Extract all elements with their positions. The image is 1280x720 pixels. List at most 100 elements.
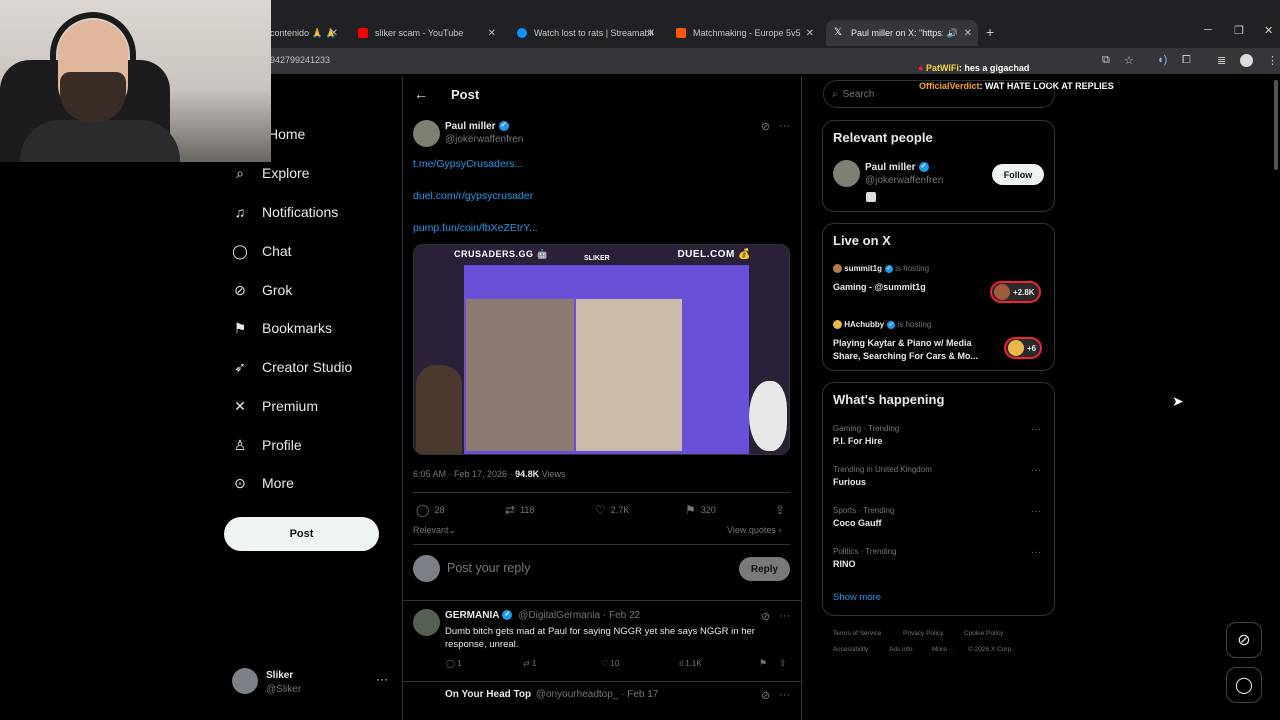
live-title[interactable]: Playing Kaytar & Piano w/ Media Share, S… xyxy=(833,337,993,363)
footer-link[interactable]: More ··· xyxy=(932,646,955,653)
trend-name[interactable]: Furious xyxy=(833,477,866,487)
nav-more[interactable]: ⊙ More xyxy=(232,475,294,492)
follow-button[interactable]: Follow xyxy=(992,164,1044,185)
account-more-icon[interactable]: ··· xyxy=(376,672,388,686)
more-icon[interactable]: ··· xyxy=(779,689,790,701)
live-host[interactable]: HAchubby ✓ is hosting xyxy=(833,320,931,330)
trend-name[interactable]: Coco Gauff xyxy=(833,518,882,528)
footer-link[interactable]: Accessibility xyxy=(833,646,868,653)
more-icon[interactable]: ··· xyxy=(1031,547,1041,558)
nav-explore[interactable]: ⌕ Explore xyxy=(232,165,309,182)
nav-chat[interactable]: ◯ Chat xyxy=(232,243,291,260)
close-icon[interactable]: ✕ xyxy=(647,28,655,39)
more-icon[interactable]: ··· xyxy=(779,610,790,622)
footer-link[interactable]: Cookie Policy xyxy=(964,630,1003,637)
close-icon[interactable]: ✕ xyxy=(964,28,972,39)
bookmark-icon[interactable]: ⚑ xyxy=(759,658,767,669)
sort-dropdown[interactable]: Relevant⌄ xyxy=(413,525,456,536)
new-tab-button[interactable]: + xyxy=(986,24,994,40)
footer-link[interactable]: Ads info xyxy=(889,646,913,653)
live-listener-badge[interactable]: +2.8K xyxy=(990,281,1041,303)
account-handle[interactable]: @Sliker xyxy=(266,684,301,695)
speaker-icon[interactable]: 🔊 xyxy=(947,28,958,39)
profile-avatar-icon[interactable] xyxy=(1240,54,1253,67)
reply-button[interactable]: Reply xyxy=(739,557,790,581)
reply-author[interactable]: On Your Head Top @onyourheadtop_ · Feb 1… xyxy=(445,689,658,700)
avatar[interactable] xyxy=(232,668,258,694)
star-icon[interactable]: ☆ xyxy=(1124,54,1134,67)
trend-name[interactable]: RINO xyxy=(833,559,856,569)
browser-tab[interactable]: contenido 🙏 🙏 ✕ xyxy=(262,20,344,46)
live-host[interactable]: summit1g ✓ is hosting xyxy=(833,264,930,274)
browser-tab-active[interactable]: 𝕏 Paul miller on X: "https://t.c 🔊 ✕ xyxy=(826,20,978,46)
more-icon[interactable]: ··· xyxy=(1031,465,1041,476)
nav-premium[interactable]: ✕ Premium xyxy=(232,398,318,415)
reply-author[interactable]: GERMANIA ✓ @DigitalGermania · Feb 22 xyxy=(445,610,640,621)
grok-icon[interactable]: ⊘ xyxy=(761,610,770,623)
reply-repost-action[interactable]: ⇄ 1 xyxy=(523,659,536,668)
close-icon[interactable]: ✕ xyxy=(488,28,496,39)
extension-audio-icon[interactable]: ◖) xyxy=(1157,54,1167,66)
view-quotes-link[interactable]: View quotes › xyxy=(727,525,781,535)
browser-tab[interactable]: sliker scam - YouTube ✕ xyxy=(350,20,502,46)
reply-action[interactable]: ◯ 28 xyxy=(416,503,444,517)
avatar[interactable] xyxy=(833,160,860,187)
nav-bookmarks[interactable]: ⚑ Bookmarks xyxy=(232,320,332,337)
nav-grok[interactable]: ⊘ Grok xyxy=(232,282,292,299)
menu-kebab-icon[interactable]: ⋮ xyxy=(1267,54,1278,67)
author-handle[interactable]: @jokerwaffenfren xyxy=(445,134,523,145)
post-link[interactable]: duel.com/r/gypsycrusader xyxy=(413,190,533,202)
post-link[interactable]: t.me/GypsyCrusaders... xyxy=(413,158,523,170)
reply-views-action[interactable]: ıl 1.1K xyxy=(679,659,702,668)
avatar[interactable] xyxy=(413,609,440,636)
nav-notifications[interactable]: ♫ Notifications xyxy=(232,204,339,220)
grok-icon[interactable]: ⊘ xyxy=(761,120,770,133)
more-icon[interactable]: ··· xyxy=(1031,424,1041,435)
browser-tab[interactable]: Watch lost to rats | Streamable ✕ xyxy=(509,20,661,46)
bookmark-action[interactable]: ⚑ 320 xyxy=(685,503,716,517)
reply-comment-action[interactable]: ◯ 1 xyxy=(446,659,462,668)
more-icon[interactable]: ··· xyxy=(1031,506,1041,517)
nav-home[interactable]: Home xyxy=(268,126,305,142)
close-icon[interactable]: ✕ xyxy=(330,28,338,39)
chat-float-button[interactable]: ◯ xyxy=(1226,667,1262,703)
footer-link[interactable]: Privacy Policy xyxy=(903,630,943,637)
share-icon[interactable]: ⇪ xyxy=(779,658,787,669)
reply-like-action[interactable]: ♡ 10 xyxy=(601,659,619,668)
author-name[interactable]: Paul miller ✓ xyxy=(445,121,509,132)
post-link[interactable]: pump.fun/coin/fbXeZEtrY... xyxy=(413,222,538,234)
close-window-icon[interactable]: ✕ xyxy=(1264,24,1273,37)
restore-icon[interactable]: ❐ xyxy=(1234,24,1244,37)
browser-tab[interactable]: Matchmaking - Europe 5v5 Qu ✕ xyxy=(668,20,820,46)
share-action[interactable]: ⇪ xyxy=(775,503,790,517)
avatar[interactable] xyxy=(413,120,440,147)
post-button[interactable]: Post xyxy=(224,517,379,551)
account-name[interactable]: Sliker xyxy=(266,670,293,681)
back-arrow-icon[interactable]: ← xyxy=(414,86,428,102)
url-text[interactable]: 942799241233 xyxy=(270,55,330,65)
like-action[interactable]: ♡ 2.7K xyxy=(595,503,629,517)
nav-profile[interactable]: ♙ Profile xyxy=(232,437,302,454)
live-listener-badge[interactable]: +6 xyxy=(1004,337,1043,359)
post-media[interactable]: CRUSADERS.GG 🤖 SLIKER DUEL.COM 💰 xyxy=(413,244,790,455)
repost-action[interactable]: ⇄ 118 xyxy=(505,503,534,517)
nav-creator-studio[interactable]: ➶ Creator Studio xyxy=(232,359,352,376)
person-handle[interactable]: @jokerwaffenfren xyxy=(865,175,943,186)
close-icon[interactable]: ✕ xyxy=(806,28,814,39)
search-input[interactable]: ⌕ Search xyxy=(823,80,1055,108)
more-icon[interactable]: ··· xyxy=(779,120,790,132)
scrollbar[interactable] xyxy=(1274,80,1278,170)
reply-input[interactable]: Post your reply xyxy=(447,561,530,575)
footer-link[interactable]: Terms of Service xyxy=(833,630,881,637)
minimize-icon[interactable]: ─ xyxy=(1204,24,1212,36)
puzzle-icon[interactable]: ⧠ xyxy=(1182,54,1191,67)
person-name[interactable]: Paul miller ✓ xyxy=(865,162,929,173)
live-host-status: is hosting xyxy=(895,264,930,273)
live-title[interactable]: Gaming - @summit1g xyxy=(833,282,926,292)
trend-name[interactable]: P.I. For Hire xyxy=(833,436,882,446)
grok-icon[interactable]: ⊘ xyxy=(761,689,770,702)
install-icon[interactable]: ⧉ xyxy=(1102,54,1110,67)
grok-float-button[interactable]: ⊘ xyxy=(1226,622,1262,658)
media-control-icon[interactable]: ≣ xyxy=(1217,54,1226,67)
show-more-link[interactable]: Show more xyxy=(833,592,881,603)
